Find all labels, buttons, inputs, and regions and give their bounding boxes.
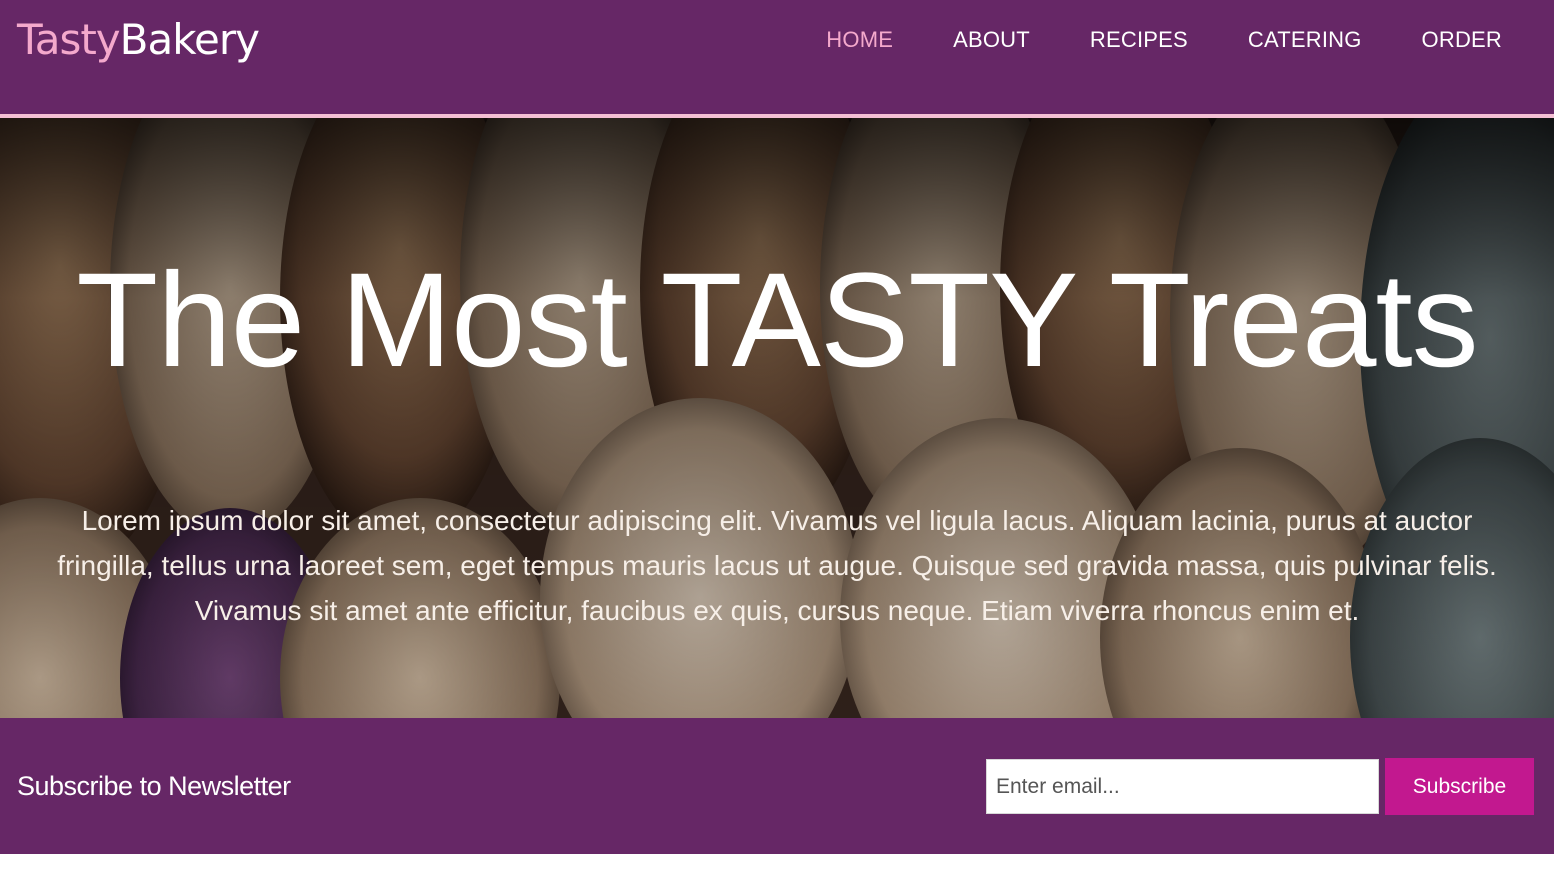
logo-bakery: Bakery xyxy=(119,15,260,64)
site-logo[interactable]: TastyBakery xyxy=(17,12,260,68)
nav-item-about[interactable]: ABOUT xyxy=(953,24,1030,56)
logo-tasty: Tasty xyxy=(17,15,121,64)
site-header: TastyBakery HOME ABOUT RECIPES CATERING … xyxy=(0,0,1554,114)
newsletter-bar: Subscribe to Newsletter Subscribe xyxy=(0,718,1554,854)
nav-item-recipes[interactable]: RECIPES xyxy=(1090,24,1188,56)
hero-title: The Most TASTY Treats xyxy=(76,246,1478,395)
hero-description: Lorem ipsum dolor sit amet, consectetur … xyxy=(57,505,1497,626)
main-nav: HOME ABOUT RECIPES CATERING ORDER xyxy=(766,24,1502,56)
hero-section: The Most TASTY Treats Lorem ipsum dolor … xyxy=(0,118,1554,718)
subscribe-button[interactable]: Subscribe xyxy=(1385,758,1534,815)
nav-item-catering[interactable]: CATERING xyxy=(1248,24,1362,56)
newsletter-label: Subscribe to Newsletter xyxy=(17,771,291,801)
nav-item-home[interactable]: HOME xyxy=(826,24,893,56)
nav-item-order[interactable]: ORDER xyxy=(1422,24,1502,56)
email-input[interactable] xyxy=(986,759,1379,814)
